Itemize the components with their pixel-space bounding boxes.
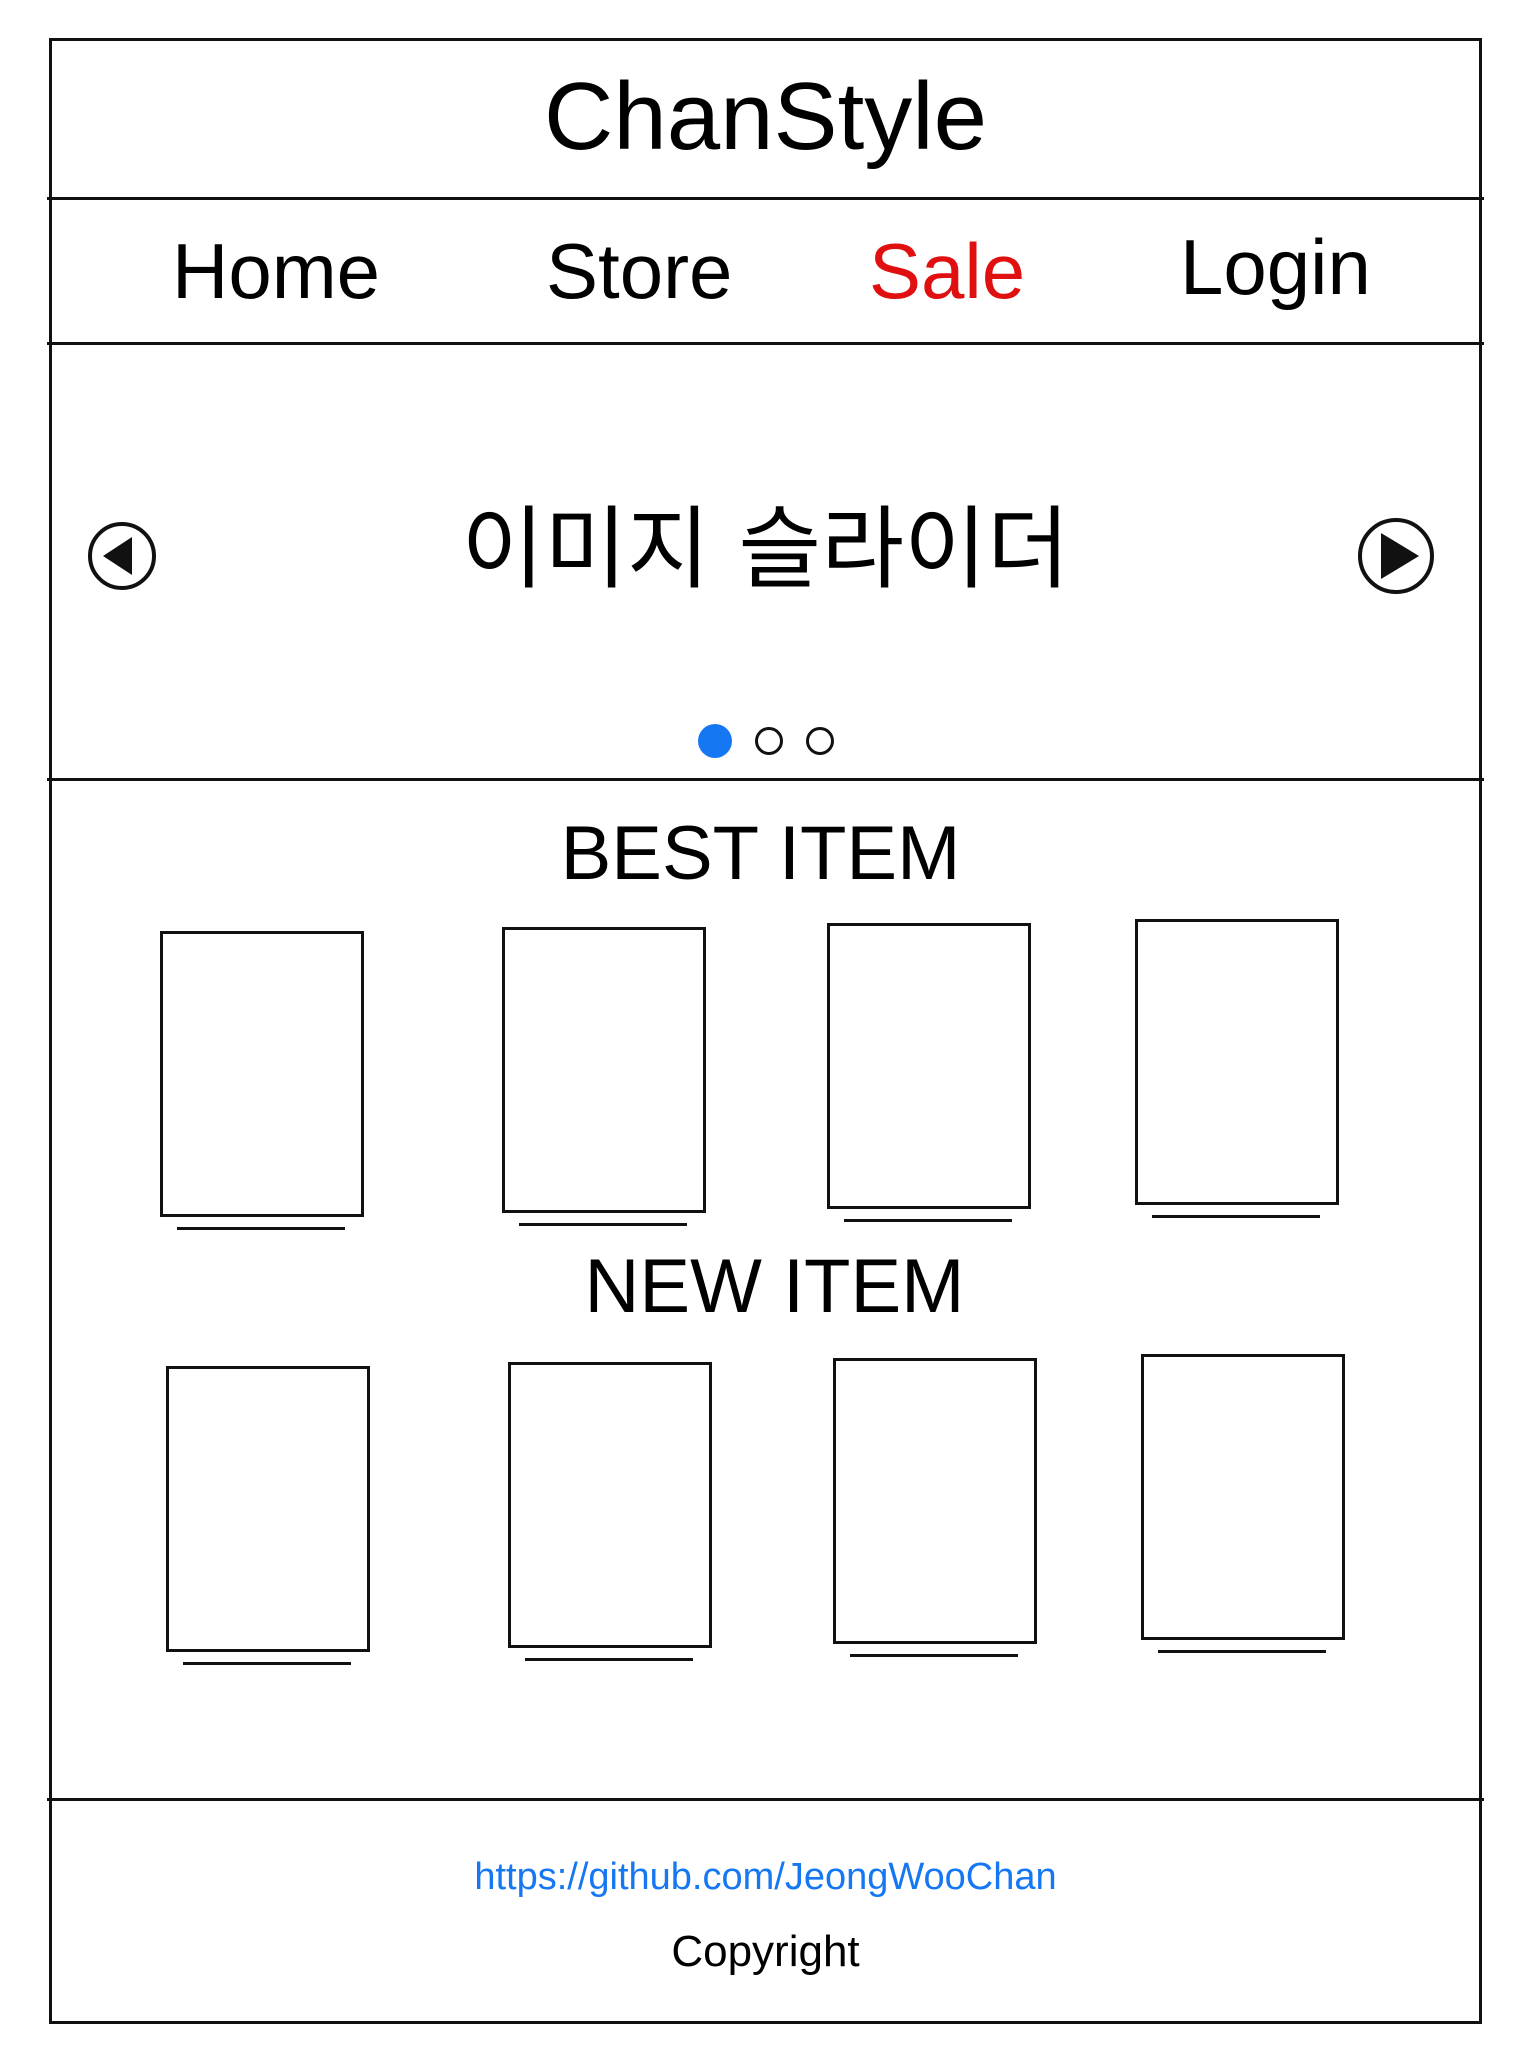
nav-home[interactable]: Home (172, 226, 380, 316)
best-item-caption-3 (844, 1219, 1012, 1222)
best-item-caption-2 (519, 1223, 687, 1226)
best-item-title: BEST ITEM (560, 811, 961, 896)
next-arrow-icon (1358, 518, 1434, 594)
nav-store[interactable]: Store (546, 226, 732, 316)
new-item-caption-1 (183, 1662, 351, 1665)
nav-login[interactable]: Login (1180, 222, 1371, 312)
footer-github-link[interactable]: https://github.com/JeongWooChan (49, 1853, 1482, 1901)
new-item-card-2[interactable] (508, 1362, 712, 1648)
best-item-card-2[interactable] (502, 927, 706, 1213)
site-title: ChanStyle (544, 63, 987, 170)
nav-sale[interactable]: Sale (869, 226, 1025, 316)
footer-divider (47, 1798, 1484, 1801)
new-item-card-3[interactable] (833, 1358, 1037, 1644)
slider-label: 이미지 슬라이더 (461, 497, 1070, 602)
best-item-caption-4 (1152, 1215, 1320, 1218)
slider-dot-1[interactable] (698, 724, 732, 758)
header-divider (47, 197, 1484, 200)
new-item-caption-3 (850, 1654, 1018, 1657)
best-item-caption-1 (177, 1227, 345, 1230)
footer-copyright: Copyright (671, 1927, 860, 1976)
slider-dot-2[interactable] (755, 727, 783, 755)
new-item-caption-4 (1158, 1650, 1326, 1653)
new-item-title: NEW ITEM (584, 1244, 965, 1329)
slider-dot-3[interactable] (806, 727, 834, 755)
new-item-card-4[interactable] (1141, 1354, 1345, 1640)
best-item-card-4[interactable] (1135, 919, 1339, 1205)
slider-divider (47, 778, 1484, 781)
new-item-card-1[interactable] (166, 1366, 370, 1652)
new-item-caption-2 (525, 1658, 693, 1661)
best-item-card-1[interactable] (160, 931, 364, 1217)
slider-next-button[interactable] (1357, 517, 1435, 600)
best-item-card-3[interactable] (827, 923, 1031, 1209)
nav-divider (47, 342, 1484, 345)
